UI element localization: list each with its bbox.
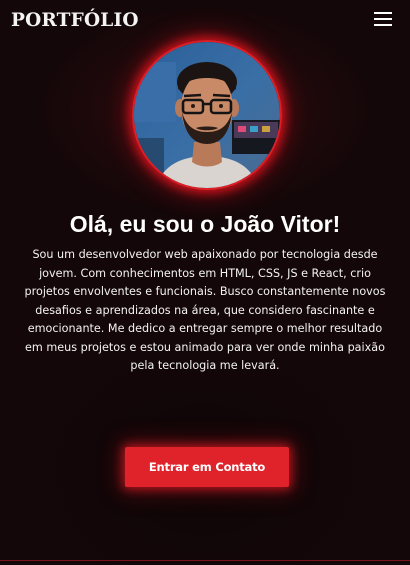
hero-title: Olá, eu sou o João Vitor! (69, 211, 341, 237)
menu-line (374, 24, 392, 26)
contact-button[interactable]: Entrar em Contato (125, 447, 289, 487)
logo[interactable]: PORTFÓLIO (11, 10, 139, 31)
menu-line (374, 12, 392, 14)
section-divider (0, 560, 410, 561)
hamburger-menu-icon[interactable] (372, 10, 394, 28)
navbar: PORTFÓLIO (0, 0, 410, 44)
profile-photo (134, 42, 280, 188)
hero-description: Sou um desenvolvedor web apaixonado por … (24, 248, 386, 372)
avatar (132, 40, 282, 190)
menu-line (374, 18, 392, 20)
